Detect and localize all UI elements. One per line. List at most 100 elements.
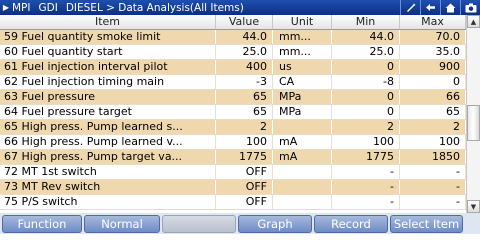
cell-value: OFF	[216, 165, 273, 179]
cell-min: -	[332, 195, 400, 209]
breadcrumb-mpi[interactable]: MPI	[12, 2, 31, 14]
cell-unit: mA	[273, 135, 332, 149]
cell-value: 2	[216, 120, 273, 134]
cell-min: 2	[332, 120, 400, 134]
table-row[interactable]: 75 P/S switch OFF - -	[0, 195, 466, 210]
cell-value: OFF	[216, 195, 273, 209]
cell-value: OFF	[216, 180, 273, 194]
cell-value: 65	[216, 105, 273, 119]
cell-max: 900	[400, 60, 466, 74]
breadcrumb-gdi[interactable]: GDI	[39, 2, 58, 14]
cell-min: 100	[332, 135, 400, 149]
cell-item: 62 Fuel injection timing main	[0, 75, 216, 89]
cell-value: 44.0	[216, 30, 273, 44]
cell-item: 73 MT Rev switch	[0, 180, 216, 194]
title-arrow-icon: ▶	[2, 3, 10, 12]
pen-icon[interactable]	[400, 0, 420, 15]
table-row[interactable]: 72 MT 1st switch OFF - -	[0, 165, 466, 180]
column-header-item[interactable]: Item	[0, 15, 216, 29]
table-row[interactable]: 65 High press. Pump learned s... 2 2 2	[0, 120, 466, 135]
cell-unit: us	[273, 60, 332, 74]
cell-item: 66 High press. Pump learned v...	[0, 135, 216, 149]
table-row[interactable]: 67 High press. Pump target va... 1775 mA 17…	[0, 150, 466, 165]
cell-max: 66	[400, 90, 466, 104]
cell-value: 65	[216, 90, 273, 104]
graph-button[interactable]: Graph	[238, 214, 312, 233]
cell-min: 44.0	[332, 30, 400, 44]
blank-button	[162, 214, 236, 233]
table-header: Item Value Unit Min Max	[0, 15, 466, 30]
scroll-up-icon[interactable]: ▲	[467, 15, 480, 28]
cell-unit	[273, 165, 332, 179]
cell-unit	[273, 120, 332, 134]
column-header-unit[interactable]: Unit	[273, 15, 332, 29]
cell-min: 0	[332, 60, 400, 74]
cell-max: -	[400, 165, 466, 179]
cell-unit	[273, 180, 332, 194]
table-row[interactable]: 60 Fuel quantity start 25.0 mm... 25.0 35.0	[0, 45, 466, 60]
cell-value: -3	[216, 75, 273, 89]
cell-unit: mm...	[273, 45, 332, 59]
cell-max: -	[400, 180, 466, 194]
cell-item: 60 Fuel quantity start	[0, 45, 216, 59]
record-button[interactable]: Record	[314, 214, 388, 233]
vertical-scrollbar[interactable]: ▲ ▼	[466, 15, 480, 213]
table-row[interactable]: 66 High press. Pump learned v... 100 mA 100…	[0, 135, 466, 150]
cell-min: -8	[332, 75, 400, 89]
breadcrumb: MPI GDI DIESEL > Data Analysis(All Items…	[12, 2, 244, 14]
normal-button[interactable]: Normal	[84, 214, 160, 233]
cell-item: 63 Fuel pressure	[0, 90, 216, 104]
cell-max: 0	[400, 75, 466, 89]
scroll-down-icon[interactable]: ▼	[467, 200, 480, 213]
cell-max: 65	[400, 105, 466, 119]
cell-max: 35.0	[400, 45, 466, 59]
title-bar: ▶ MPI GDI DIESEL > Data Analysis(All Ite…	[0, 0, 480, 15]
cell-unit: MPa	[273, 105, 332, 119]
scrollbar-thumb[interactable]	[467, 105, 480, 141]
cell-item: 65 High press. Pump learned s...	[0, 120, 216, 134]
cell-value: 25.0	[216, 45, 273, 59]
cell-unit: CA	[273, 75, 332, 89]
table-row[interactable]: 73 MT Rev switch OFF - -	[0, 180, 466, 195]
cell-max: 100	[400, 135, 466, 149]
cell-item: 64 Fuel pressure target	[0, 105, 216, 119]
cell-min: -	[332, 180, 400, 194]
cell-value: 100	[216, 135, 273, 149]
camera-icon[interactable]	[460, 0, 480, 15]
cell-unit: mA	[273, 150, 332, 164]
cell-min: 0	[332, 90, 400, 104]
column-header-min[interactable]: Min	[332, 15, 400, 29]
column-header-max[interactable]: Max	[400, 15, 466, 29]
cell-min: 1775	[332, 150, 400, 164]
cell-item: 59 Fuel quantity smoke limit	[0, 30, 216, 44]
function-button[interactable]: Function	[2, 214, 82, 233]
table-row[interactable]: 59 Fuel quantity smoke limit 44.0 mm... 44.…	[0, 30, 466, 45]
table-row[interactable]: 64 Fuel pressure target 65 MPa 0 65	[0, 105, 466, 120]
cell-unit	[273, 195, 332, 209]
cell-max: 2	[400, 120, 466, 134]
data-table: Item Value Unit Min Max 59 Fuel quantity…	[0, 15, 466, 210]
cell-min: -	[332, 165, 400, 179]
cell-value: 400	[216, 60, 273, 74]
cell-item: 61 Fuel injection interval pilot	[0, 60, 216, 74]
select-item-button[interactable]: Select Item	[390, 214, 463, 233]
cell-max: -	[400, 195, 466, 209]
table-row[interactable]: 62 Fuel injection timing main -3 CA -8 0	[0, 75, 466, 90]
cell-item: 75 P/S switch	[0, 195, 216, 209]
cell-min: 0	[332, 105, 400, 119]
column-header-value[interactable]: Value	[216, 15, 273, 29]
cell-item: 67 High press. Pump target va...	[0, 150, 216, 164]
table-row[interactable]: 63 Fuel pressure 65 MPa 0 66	[0, 90, 466, 105]
cell-min: 25.0	[332, 45, 400, 59]
breadcrumb-diesel-data-analysis[interactable]: DIESEL > Data Analysis(All Items)	[66, 2, 244, 14]
cell-unit: MPa	[273, 90, 332, 104]
function-bar: Function Normal Graph Record Select Item	[0, 213, 480, 234]
cell-max: 1850	[400, 150, 466, 164]
home-icon[interactable]	[440, 0, 460, 15]
cell-value: 1775	[216, 150, 273, 164]
cell-max: 70.0	[400, 30, 466, 44]
cell-item: 72 MT 1st switch	[0, 165, 216, 179]
table-row[interactable]: 61 Fuel injection interval pilot 400 us 0 90…	[0, 60, 466, 75]
back-arrow-icon[interactable]	[420, 0, 440, 15]
cell-unit: mm...	[273, 30, 332, 44]
